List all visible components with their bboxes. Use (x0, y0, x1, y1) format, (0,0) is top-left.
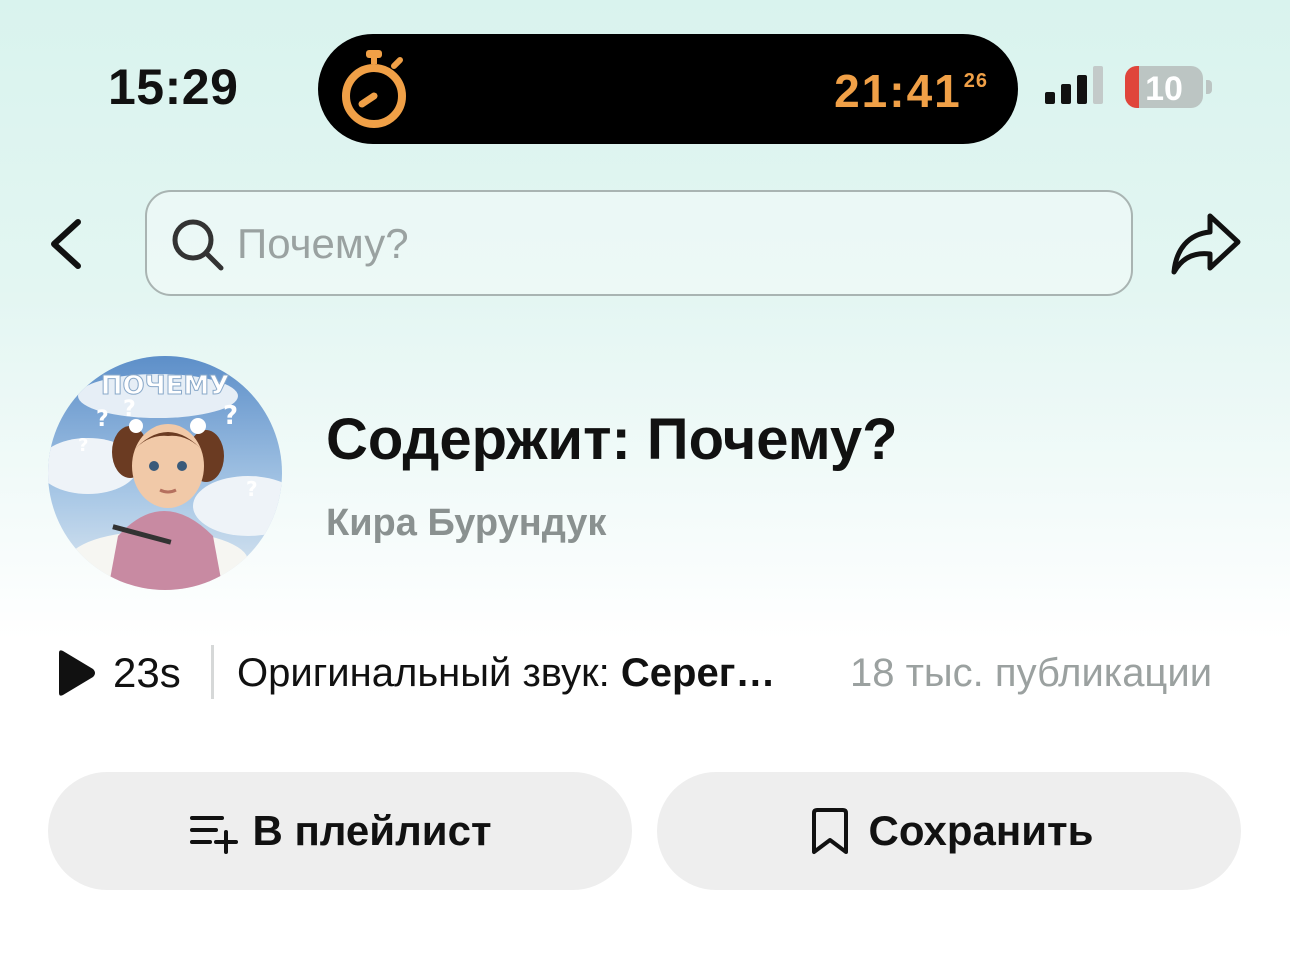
svg-text:?: ? (123, 397, 136, 422)
sound-prefix: Оригинальный звук: (237, 651, 610, 695)
chevron-left-icon (51, 219, 81, 269)
timer-main: 21:41 (834, 65, 962, 117)
dynamic-island-timer[interactable]: 21:41 26 (318, 34, 1018, 144)
status-time: 15:29 (108, 59, 239, 115)
save-label: Сохранить (868, 807, 1094, 854)
search-bar[interactable] (145, 190, 1133, 296)
sound-duration: 23s (113, 649, 181, 696)
battery-icon: 10 (1125, 66, 1203, 108)
svg-text:?: ? (223, 401, 238, 431)
add-to-playlist-label: В плейлист (252, 807, 492, 854)
bookmark-icon (811, 808, 848, 854)
publications-count: 18 тыс. публикации (850, 651, 1213, 695)
play-icon[interactable] (55, 649, 97, 697)
battery-cap (1206, 80, 1212, 94)
avatar[interactable]: ПОЧЕМУ ? ? ? ? ? (48, 356, 282, 590)
back-button[interactable] (40, 208, 100, 278)
svg-text:?: ? (96, 407, 109, 432)
sound-info-row: 23s Оригинальный звук: Серег… 18 тыс. пу… (55, 645, 1255, 701)
original-sound-link[interactable]: Оригинальный звук: Серег… (237, 651, 775, 696)
add-to-playlist-button[interactable]: В плейлист (48, 772, 632, 890)
playlist-add-icon (190, 816, 239, 854)
sound-name: Серег… (620, 651, 776, 695)
avatar-image: ПОЧЕМУ ? ? ? ? ? (48, 356, 282, 590)
author-name[interactable]: Кира Бурундук (326, 502, 606, 545)
svg-text:ПОЧЕМУ: ПОЧЕМУ (101, 371, 230, 401)
share-button[interactable] (1166, 206, 1246, 282)
stopwatch-icon (342, 50, 406, 128)
svg-text:?: ? (78, 435, 88, 456)
search-input[interactable] (237, 210, 1097, 278)
svg-text:?: ? (246, 477, 258, 501)
battery-level: 10 (1145, 70, 1183, 108)
timer-seconds: 26 (963, 70, 988, 92)
share-icon (1171, 213, 1241, 275)
timer-readout: 21:41 26 (834, 64, 988, 118)
page-title: Содержит: Почему? (326, 407, 898, 472)
divider (211, 645, 214, 699)
cellular-signal-icon (1045, 66, 1103, 104)
search-icon (172, 219, 224, 271)
save-button[interactable]: Сохранить (657, 772, 1241, 890)
